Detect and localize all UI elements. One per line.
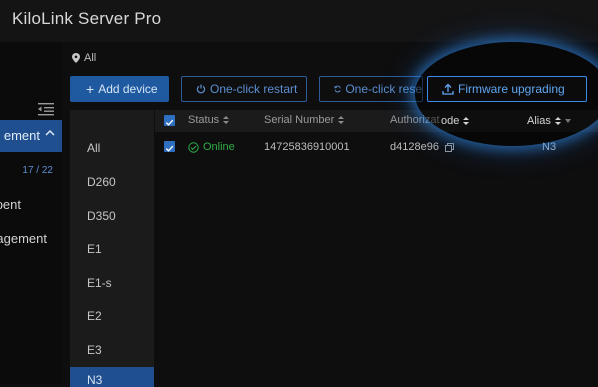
plus-icon: + bbox=[86, 81, 95, 97]
sort-icon bbox=[554, 117, 561, 125]
sort-icon bbox=[223, 116, 230, 124]
row-checkbox[interactable] bbox=[164, 141, 175, 152]
filter-item[interactable]: E3 bbox=[87, 343, 102, 357]
add-device-button[interactable]: + Add device bbox=[70, 76, 169, 102]
serial-number-cell: 14725836910001 bbox=[264, 141, 350, 153]
firmware-label: Firmware upgrading bbox=[458, 82, 565, 96]
location-pin-icon bbox=[72, 53, 80, 63]
sidebar-item-label: ement bbox=[3, 128, 40, 143]
column-serial-number[interactable]: Serial Number bbox=[264, 114, 345, 126]
column-mode[interactable]: ode bbox=[441, 115, 470, 127]
sidebar-item-1[interactable]: pent bbox=[0, 197, 21, 212]
filter-item[interactable]: E2 bbox=[87, 309, 102, 323]
filter-item-selected[interactable]: N3 bbox=[70, 367, 154, 387]
breadcrumb: All bbox=[72, 52, 96, 64]
one-click-restart-button[interactable]: One-click restart bbox=[181, 76, 307, 102]
chevron-down-icon bbox=[564, 119, 571, 123]
chevron-up-icon bbox=[45, 129, 55, 136]
top-bar: KiloLink Server Pro bbox=[0, 0, 598, 42]
sort-icon bbox=[463, 117, 470, 125]
device-count: 17 / 22 bbox=[22, 165, 53, 176]
add-device-label: Add device bbox=[98, 82, 158, 96]
restart-label: One-click restart bbox=[210, 82, 298, 96]
sidebar-item-management[interactable]: ement bbox=[0, 120, 62, 152]
sidebar-item-2[interactable]: agement bbox=[0, 231, 47, 246]
filter-item[interactable]: E1 bbox=[87, 242, 102, 256]
firmware-upgrading-button[interactable]: Firmware upgrading bbox=[427, 76, 587, 102]
select-all-checkbox[interactable] bbox=[164, 115, 175, 126]
filter-item[interactable]: D260 bbox=[87, 175, 116, 189]
check-circle-icon bbox=[188, 141, 199, 153]
reset-label: One-click rese bbox=[345, 82, 422, 96]
one-click-reset-button[interactable]: One-click rese bbox=[319, 76, 423, 102]
copy-icon[interactable] bbox=[444, 142, 454, 152]
status-cell: Online bbox=[188, 141, 235, 153]
refresh-icon bbox=[334, 85, 341, 93]
menu-collapse-icon[interactable] bbox=[38, 102, 54, 116]
breadcrumb-label: All bbox=[84, 52, 97, 64]
column-alias[interactable]: Alias bbox=[527, 115, 571, 127]
filter-item[interactable]: E1-s bbox=[87, 276, 112, 290]
filter-item-label: N3 bbox=[87, 373, 103, 387]
column-status[interactable]: Status bbox=[188, 114, 230, 126]
upload-icon bbox=[442, 83, 454, 95]
sort-icon bbox=[338, 116, 345, 124]
app-title: KiloLink Server Pro bbox=[12, 9, 162, 28]
model-filter-list: All D260 D350 E1 E1-s E2 E3 bbox=[70, 110, 154, 384]
filter-item[interactable]: All bbox=[87, 141, 100, 155]
power-icon bbox=[196, 84, 206, 94]
filter-item[interactable]: D350 bbox=[87, 209, 116, 223]
sidebar: ement 17 / 22 pent agement bbox=[0, 42, 62, 384]
authorization-cell: d4128e96 bbox=[390, 141, 454, 153]
